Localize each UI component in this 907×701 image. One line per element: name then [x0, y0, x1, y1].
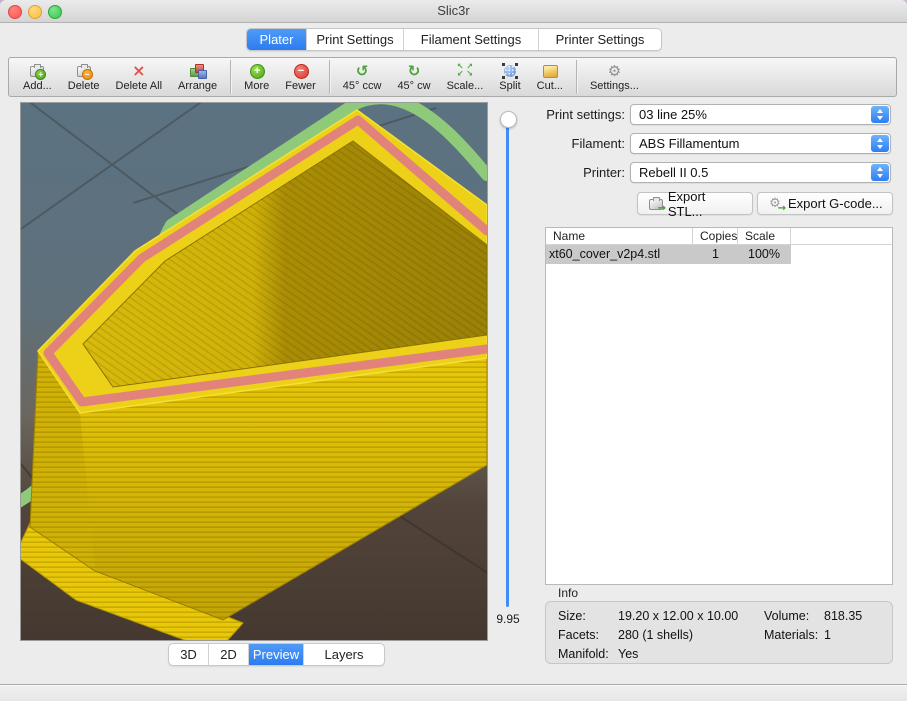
tab-filament-settings[interactable]: Filament Settings: [404, 29, 539, 50]
size-label: Size:: [558, 609, 586, 623]
cubes-icon: [189, 63, 207, 79]
green-plus-circle-icon: +: [248, 63, 266, 79]
printer-value: Rebell II 0.5: [639, 165, 708, 180]
export-gcode-label: Export G-code...: [788, 196, 883, 211]
chevron-up-down-icon[interactable]: [871, 164, 889, 181]
print-settings-label: Print settings:: [528, 104, 625, 125]
object-scale-cell: 100%: [738, 245, 791, 264]
3d-scene: [21, 103, 487, 640]
tab-printer-settings[interactable]: Printer Settings: [539, 29, 661, 50]
cut-box-icon: [541, 63, 559, 79]
object-list-header: Name Copies Scale: [546, 228, 892, 245]
toolbar-separator: [329, 60, 330, 94]
gear-export-icon: ⚙→: [767, 196, 783, 212]
materials-label: Materials:: [764, 628, 818, 642]
settings-button[interactable]: ⚙ Settings...: [582, 58, 647, 96]
print-settings-select[interactable]: 03 line 25%: [630, 104, 891, 125]
printer-label: Printer:: [528, 162, 625, 183]
more-button[interactable]: + More: [236, 58, 277, 96]
status-bar: [0, 684, 907, 701]
column-header-scale[interactable]: Scale: [738, 228, 791, 244]
expand-arrows-icon: ↖↗↙↘: [456, 63, 474, 79]
add-button[interactable]: + Add...: [15, 58, 60, 96]
rotate-cw-icon: ↻: [405, 63, 423, 79]
table-row[interactable]: xt60_cover_v2p4.stl 1 100%: [546, 245, 892, 264]
export-gcode-button[interactable]: ⚙→ Export G-code...: [757, 192, 893, 215]
split-button[interactable]: Split: [491, 58, 528, 96]
size-value: 19.20 x 12.00 x 10.00: [618, 609, 738, 623]
tab-print-settings[interactable]: Print Settings: [307, 29, 404, 50]
view-tab-preview[interactable]: Preview: [249, 644, 304, 665]
layer-slider-value: 9.95: [488, 612, 528, 626]
print-settings-value: 03 line 25%: [639, 107, 707, 122]
package-plus-icon: +: [28, 63, 46, 79]
export-stl-label: Export STL...: [668, 189, 743, 219]
column-header-copies[interactable]: Copies: [693, 228, 738, 244]
object-copies-cell: 1: [693, 245, 738, 264]
materials-value: 1: [824, 628, 831, 642]
manifold-value: Yes: [618, 647, 638, 661]
view-tab-2d[interactable]: 2D: [209, 644, 249, 665]
chevron-up-down-icon[interactable]: [871, 135, 889, 152]
toolbar: + Add... − Delete × Delete All Arrange +…: [8, 57, 897, 97]
filament-label: Filament:: [528, 133, 625, 154]
facets-label: Facets:: [558, 628, 599, 642]
view-mode-bar: 3D 2D Preview Layers: [168, 643, 385, 666]
package-export-icon: →: [647, 196, 663, 212]
filament-value: ABS Fillamentum: [639, 136, 739, 151]
toolbar-separator: [576, 60, 577, 94]
layer-slider-knob[interactable]: [500, 111, 517, 128]
volume-value: 818.35: [824, 609, 862, 623]
3d-viewport[interactable]: [20, 102, 488, 641]
red-x-icon: ×: [130, 63, 148, 79]
layer-slider-track[interactable]: [506, 127, 509, 607]
title-bar: Slic3r: [0, 0, 907, 23]
red-minus-circle-icon: −: [292, 63, 310, 79]
app-window: Slic3r Plater Print Settings Filament Se…: [0, 0, 907, 701]
export-stl-button[interactable]: → Export STL...: [637, 192, 753, 215]
column-header-name[interactable]: Name: [546, 228, 693, 244]
view-tab-3d[interactable]: 3D: [169, 644, 209, 665]
cut-button[interactable]: Cut...: [529, 58, 571, 96]
main-tab-bar: Plater Print Settings Filament Settings …: [246, 28, 662, 51]
split-sphere-icon: [501, 63, 519, 79]
rotate-cw-button[interactable]: ↻ 45° cw: [389, 58, 438, 96]
toolbar-separator: [230, 60, 231, 94]
gear-icon: ⚙: [605, 63, 623, 79]
info-panel: Size: 19.20 x 12.00 x 10.00 Volume: 818.…: [545, 601, 893, 664]
volume-label: Volume:: [764, 609, 809, 623]
chevron-up-down-icon[interactable]: [871, 106, 889, 123]
window-title: Slic3r: [0, 0, 907, 22]
view-tab-layers[interactable]: Layers: [304, 644, 384, 665]
column-header-blank: [791, 228, 892, 244]
scale-button[interactable]: ↖↗↙↘ Scale...: [439, 58, 492, 96]
delete-all-button[interactable]: × Delete All: [108, 58, 170, 96]
arrange-button[interactable]: Arrange: [170, 58, 225, 96]
rotate-ccw-icon: ↺: [353, 63, 371, 79]
rotate-ccw-button[interactable]: ↺ 45° ccw: [335, 58, 390, 96]
info-section-title: Info: [558, 586, 578, 600]
manifold-label: Manifold:: [558, 647, 609, 661]
fewer-button[interactable]: − Fewer: [277, 58, 324, 96]
object-name-cell: xt60_cover_v2p4.stl: [546, 245, 693, 264]
package-minus-icon: −: [75, 63, 93, 79]
filament-select[interactable]: ABS Fillamentum: [630, 133, 891, 154]
facets-value: 280 (1 shells): [618, 628, 693, 642]
delete-button[interactable]: − Delete: [60, 58, 108, 96]
tab-plater[interactable]: Plater: [247, 29, 307, 50]
printer-select[interactable]: Rebell II 0.5: [630, 162, 891, 183]
object-list: Name Copies Scale xt60_cover_v2p4.stl 1 …: [545, 227, 893, 585]
